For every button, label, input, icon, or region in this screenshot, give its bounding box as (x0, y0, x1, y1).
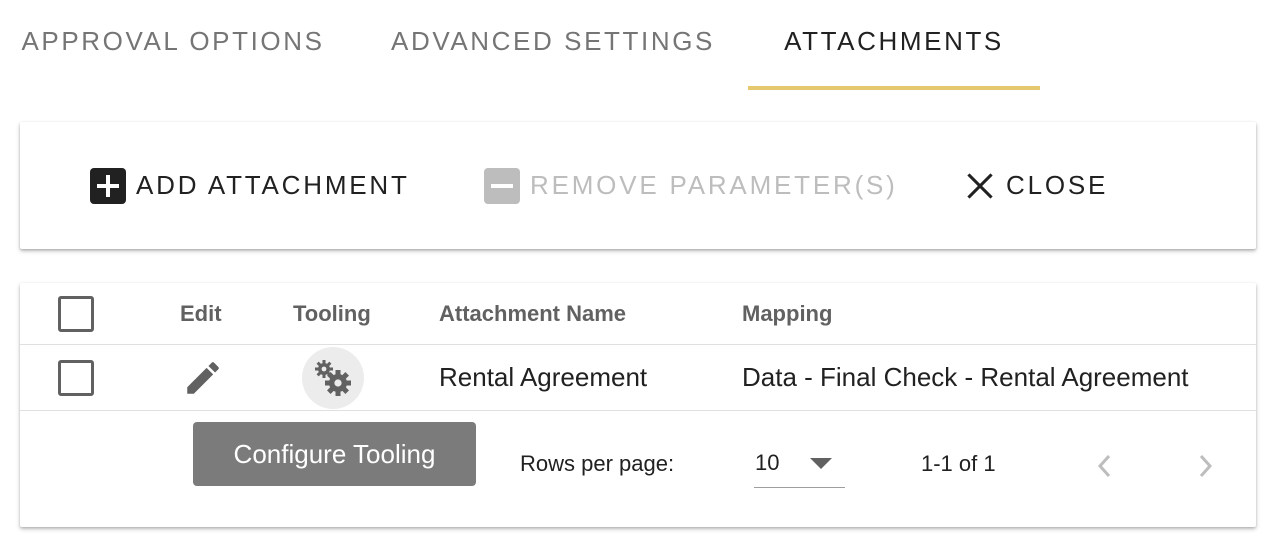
tab-label: ATTACHMENTS (784, 25, 1004, 56)
close-label: CLOSE (1006, 170, 1109, 200)
close-button[interactable]: CLOSE (964, 122, 1108, 249)
close-icon (967, 172, 993, 199)
add-attachment-label: ADD ATTACHMENT (136, 170, 410, 200)
select-all-checkbox[interactable] (58, 295, 94, 332)
tab-approval-options[interactable]: APPROVAL OPTIONS (0, 0, 346, 90)
caret-down-icon (810, 458, 832, 469)
attachment-name-cell: Rental Agreement (439, 362, 648, 392)
rows-per-page-label: Rows per page: (520, 451, 675, 476)
pencil-icon (187, 361, 219, 394)
configure-tooling-button[interactable] (302, 346, 364, 409)
header-mapping[interactable]: Mapping (742, 283, 832, 344)
edit-button[interactable] (182, 357, 224, 399)
attachment-toolbar: ADD ATTACHMENT REMOVE PARAMETER(S) CLOSE (20, 122, 1256, 249)
attachments-table: Edit Tooling Attachment Name Mapping Ren… (20, 283, 1256, 527)
gears-icon (315, 359, 351, 396)
table-header-row: Edit Tooling Attachment Name Mapping (20, 283, 1256, 345)
chevron-left-icon (1097, 454, 1111, 478)
plus-box-icon (90, 167, 126, 204)
active-tab-indicator (748, 86, 1040, 90)
remove-parameters-button[interactable]: REMOVE PARAMETER(S) (484, 122, 898, 249)
header-tooling: Tooling (293, 300, 371, 326)
row-select-checkbox[interactable] (58, 359, 94, 396)
rows-per-page-value: 10 (755, 449, 780, 475)
header-attachment-name[interactable]: Attachment Name (439, 283, 626, 344)
tab-bar: APPROVAL OPTIONS ADVANCED SETTINGS ATTAC… (0, 0, 1280, 90)
minus-box-icon (484, 167, 520, 204)
table-row: Rental Agreement Data - Final Check - Re… (20, 345, 1256, 411)
attachments-page: APPROVAL OPTIONS ADVANCED SETTINGS ATTAC… (0, 0, 1280, 550)
chevron-right-icon (1199, 454, 1213, 478)
tab-advanced-settings[interactable]: ADVANCED SETTINGS (380, 0, 726, 90)
previous-page-button[interactable] (1090, 451, 1120, 481)
tab-label: APPROVAL OPTIONS (21, 25, 325, 56)
tab-label: ADVANCED SETTINGS (391, 25, 715, 56)
remove-parameters-label: REMOVE PARAMETER(S) (530, 170, 898, 200)
tab-attachments[interactable]: ATTACHMENTS (748, 0, 1040, 90)
configure-tooling-tooltip: Configure Tooling (193, 422, 476, 486)
add-attachment-button[interactable]: ADD ATTACHMENT (90, 122, 410, 249)
next-page-button[interactable] (1190, 451, 1220, 481)
header-edit: Edit (180, 300, 222, 326)
mapping-cell: Data - Final Check - Rental Agreement (742, 362, 1189, 392)
rows-per-page-select[interactable]: 10 (754, 438, 845, 488)
pagination-range: 1-1 of 1 (921, 451, 996, 476)
